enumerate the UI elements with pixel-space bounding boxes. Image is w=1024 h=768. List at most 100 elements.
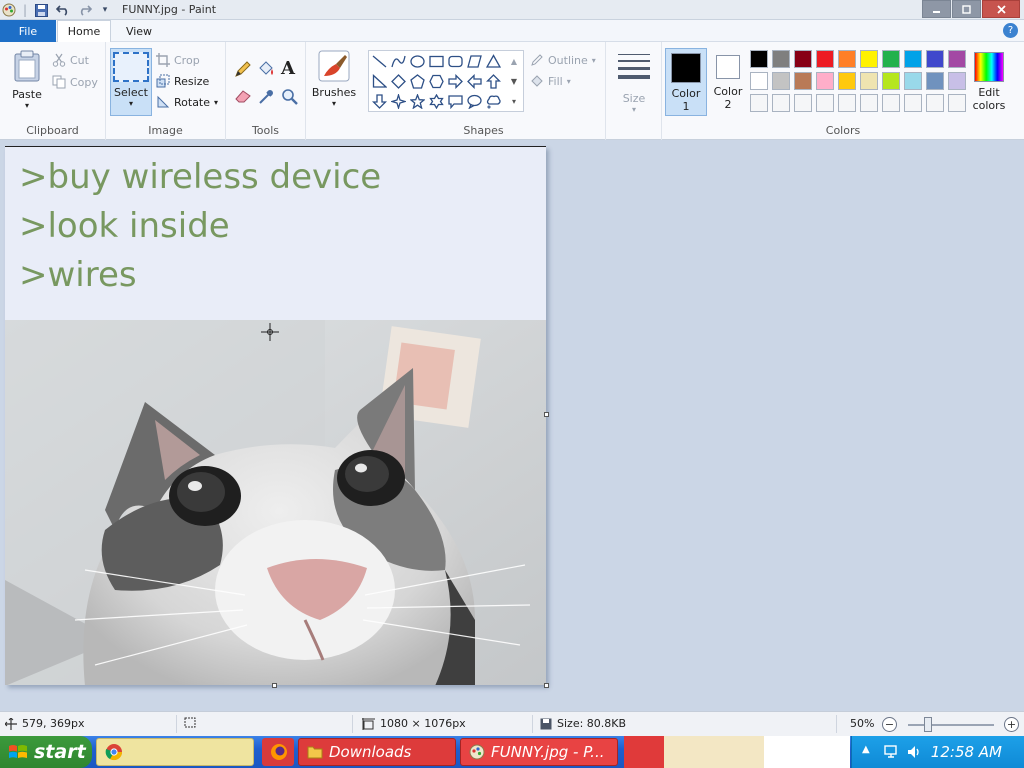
rectangle-callout-shape-icon[interactable]: [447, 93, 464, 110]
zoom-slider-track[interactable]: [908, 724, 994, 726]
fill-button[interactable]: Fill ▾: [530, 71, 571, 91]
hexagon-shape-icon[interactable]: [428, 73, 445, 90]
palette-color-swatch[interactable]: [860, 94, 878, 112]
fill-bucket-icon[interactable]: [257, 60, 275, 78]
taskbar-chrome-item[interactable]: [96, 738, 254, 766]
tab-view[interactable]: View: [116, 20, 162, 42]
rotate-button[interactable]: Rotate ▾: [156, 92, 218, 112]
magnifier-icon[interactable]: [281, 88, 299, 106]
select-button[interactable]: Select ▾: [113, 52, 149, 108]
right-arrow-shape-icon[interactable]: [447, 73, 464, 90]
palette-color-swatch[interactable]: [882, 94, 900, 112]
crop-button[interactable]: Crop: [156, 50, 200, 70]
five-point-star-shape-icon[interactable]: [409, 93, 426, 110]
save-icon[interactable]: [32, 2, 50, 18]
palette-color-swatch[interactable]: [838, 50, 856, 68]
outline-button[interactable]: Outline ▾: [530, 50, 596, 70]
curve-shape-icon[interactable]: [390, 53, 407, 70]
palette-color-swatch[interactable]: [904, 50, 922, 68]
palette-color-swatch[interactable]: [948, 94, 966, 112]
text-tool-icon[interactable]: A: [281, 58, 295, 79]
rounded-rectangle-shape-icon[interactable]: [447, 53, 464, 70]
minimize-button[interactable]: [922, 0, 951, 18]
customize-quick-access-icon[interactable]: ▾: [96, 2, 114, 18]
palette-color-swatch[interactable]: [860, 72, 878, 90]
six-point-star-shape-icon[interactable]: [428, 93, 445, 110]
right-triangle-shape-icon[interactable]: [371, 73, 388, 90]
eraser-icon[interactable]: [234, 88, 252, 104]
shapes-scroll-up-icon[interactable]: ▲: [507, 53, 521, 70]
palette-color-swatch[interactable]: [772, 72, 790, 90]
show-hidden-icons-icon[interactable]: ▲: [862, 744, 870, 755]
palette-color-swatch[interactable]: [816, 94, 834, 112]
pentagon-shape-icon[interactable]: [409, 73, 426, 90]
oval-shape-icon[interactable]: [409, 53, 426, 70]
color-picker-icon[interactable]: [257, 88, 275, 106]
palette-color-swatch[interactable]: [750, 72, 768, 90]
zoom-out-button[interactable]: −: [882, 717, 897, 732]
start-button[interactable]: start: [0, 736, 92, 768]
size-button[interactable]: Size ▾: [614, 52, 654, 114]
taskbar-firefox-item[interactable]: [262, 738, 294, 766]
redo-icon[interactable]: [76, 2, 94, 18]
palette-color-swatch[interactable]: [772, 94, 790, 112]
cut-button[interactable]: Cut: [52, 50, 89, 70]
palette-color-swatch[interactable]: [750, 94, 768, 112]
palette-color-swatch[interactable]: [882, 72, 900, 90]
palette-color-swatch[interactable]: [794, 50, 812, 68]
rectangle-shape-icon[interactable]: [428, 53, 445, 70]
palette-color-swatch[interactable]: [926, 94, 944, 112]
palette-color-swatch[interactable]: [794, 72, 812, 90]
copy-button[interactable]: Copy: [52, 72, 98, 92]
color2-button[interactable]: Color 2: [707, 48, 749, 116]
taskbar-downloads-item[interactable]: Downloads: [298, 738, 456, 766]
up-arrow-shape-icon[interactable]: [485, 73, 502, 90]
palette-color-swatch[interactable]: [816, 50, 834, 68]
palette-color-swatch[interactable]: [948, 50, 966, 68]
shapes-scroll-down-icon[interactable]: ▼: [507, 73, 521, 90]
four-point-star-shape-icon[interactable]: [390, 93, 407, 110]
image-canvas[interactable]: >buy wireless device >look inside >wires: [5, 146, 546, 685]
undo-icon[interactable]: [54, 2, 72, 18]
paste-button[interactable]: Paste ▾: [8, 50, 46, 110]
resize-handle-corner[interactable]: [544, 683, 549, 688]
down-arrow-shape-icon[interactable]: [371, 93, 388, 110]
color1-button[interactable]: Color 1: [665, 48, 707, 116]
palette-color-swatch[interactable]: [860, 50, 878, 68]
tab-home[interactable]: Home: [57, 20, 111, 42]
zoom-in-button[interactable]: +: [1004, 717, 1019, 732]
palette-color-swatch[interactable]: [794, 94, 812, 112]
polygon-shape-icon[interactable]: [466, 53, 483, 70]
left-arrow-shape-icon[interactable]: [466, 73, 483, 90]
triangle-shape-icon[interactable]: [485, 53, 502, 70]
workspace[interactable]: >buy wireless device >look inside >wires: [0, 141, 1024, 711]
palette-color-swatch[interactable]: [816, 72, 834, 90]
volume-icon[interactable]: [906, 744, 922, 760]
diamond-shape-icon[interactable]: [390, 73, 407, 90]
palette-color-swatch[interactable]: [948, 72, 966, 90]
close-button[interactable]: [982, 0, 1020, 18]
brushes-button[interactable]: Brushes ▾: [312, 50, 356, 108]
palette-color-swatch[interactable]: [904, 94, 922, 112]
resize-button[interactable]: Resize: [156, 71, 209, 91]
network-icon[interactable]: [884, 744, 900, 760]
maximize-button[interactable]: [952, 0, 981, 18]
shapes-expand-icon[interactable]: ▾: [507, 93, 521, 110]
palette-color-swatch[interactable]: [926, 50, 944, 68]
zoom-slider-thumb[interactable]: [924, 717, 932, 732]
resize-handle-bottom[interactable]: [272, 683, 277, 688]
help-icon[interactable]: ?: [1003, 23, 1018, 38]
taskbar-paint-item[interactable]: FUNNY.jpg - P...: [460, 738, 618, 766]
cloud-callout-shape-icon[interactable]: [485, 93, 502, 110]
palette-color-swatch[interactable]: [904, 72, 922, 90]
resize-handle-right[interactable]: [544, 412, 549, 417]
tab-file[interactable]: File: [0, 20, 56, 42]
palette-color-swatch[interactable]: [772, 50, 790, 68]
line-shape-icon[interactable]: [371, 53, 388, 70]
edit-colors-button[interactable]: Edit colors: [968, 48, 1010, 116]
palette-color-swatch[interactable]: [838, 94, 856, 112]
oval-callout-shape-icon[interactable]: [466, 93, 483, 110]
palette-color-swatch[interactable]: [838, 72, 856, 90]
palette-color-swatch[interactable]: [926, 72, 944, 90]
pencil-icon[interactable]: [234, 60, 252, 78]
